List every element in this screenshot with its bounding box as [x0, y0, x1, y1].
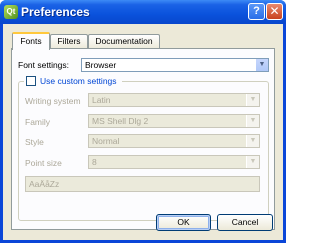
style-label: Style [25, 137, 44, 147]
tab-fonts-label: Fonts [20, 36, 42, 46]
preferences-window: Qt Preferences ? ✕ Fonts Filters Documen… [0, 0, 286, 243]
tab-filters-label: Filters [57, 36, 81, 46]
font-settings-combo[interactable]: Browser ▼ [81, 58, 269, 72]
writing-system-combo[interactable]: Latin ▼ [88, 93, 260, 107]
style-value: Normal [92, 136, 120, 146]
title-bar[interactable]: Qt Preferences ? ✕ [0, 0, 286, 24]
ok-button-label: OK [177, 217, 190, 227]
family-value: MS Shell Dlg 2 [92, 116, 149, 126]
chevron-down-icon: ▼ [246, 135, 259, 147]
font-settings-value: Browser [85, 60, 117, 70]
dialog-body: Fonts Filters Documentation Font setting… [3, 24, 283, 240]
qt-logo-icon: Qt [4, 5, 18, 19]
help-icon: ? [253, 5, 260, 17]
cancel-button-label: Cancel [231, 217, 259, 227]
point-size-value: 8 [92, 157, 97, 167]
fonts-tab-panel: Font settings: Browser ▼ Use custom sett… [11, 48, 275, 230]
use-custom-label[interactable]: Use custom settings [40, 75, 117, 87]
font-preview-text: AaÄåZz [29, 179, 60, 189]
point-size-combo[interactable]: 8 ▼ [88, 155, 260, 169]
writing-system-value: Latin [92, 95, 111, 105]
window-title: Preferences [21, 5, 90, 19]
writing-system-label: Writing system [25, 96, 81, 106]
chevron-down-icon: ▼ [255, 59, 268, 71]
close-icon: ✕ [269, 4, 280, 18]
chevron-down-icon: ▼ [246, 115, 259, 127]
chevron-down-icon: ▼ [246, 156, 259, 168]
tab-documentation-label: Documentation [95, 36, 153, 46]
chevron-down-icon: ▼ [246, 94, 259, 106]
close-button[interactable]: ✕ [266, 3, 283, 20]
family-combo[interactable]: MS Shell Dlg 2 ▼ [88, 114, 260, 128]
point-size-label: Point size [25, 158, 62, 168]
ok-button[interactable]: OK [156, 214, 211, 231]
tab-fonts[interactable]: Fonts [12, 32, 50, 50]
family-label: Family [25, 117, 51, 127]
font-settings-label: Font settings: [18, 60, 70, 70]
tab-documentation[interactable]: Documentation [88, 34, 160, 49]
help-button[interactable]: ? [248, 3, 265, 20]
style-combo[interactable]: Normal ▼ [88, 134, 260, 148]
tab-filters[interactable]: Filters [50, 34, 88, 49]
font-preview-field: AaÄåZz [25, 176, 260, 192]
use-custom-checkbox[interactable] [26, 76, 36, 86]
cancel-button[interactable]: Cancel [217, 214, 273, 231]
